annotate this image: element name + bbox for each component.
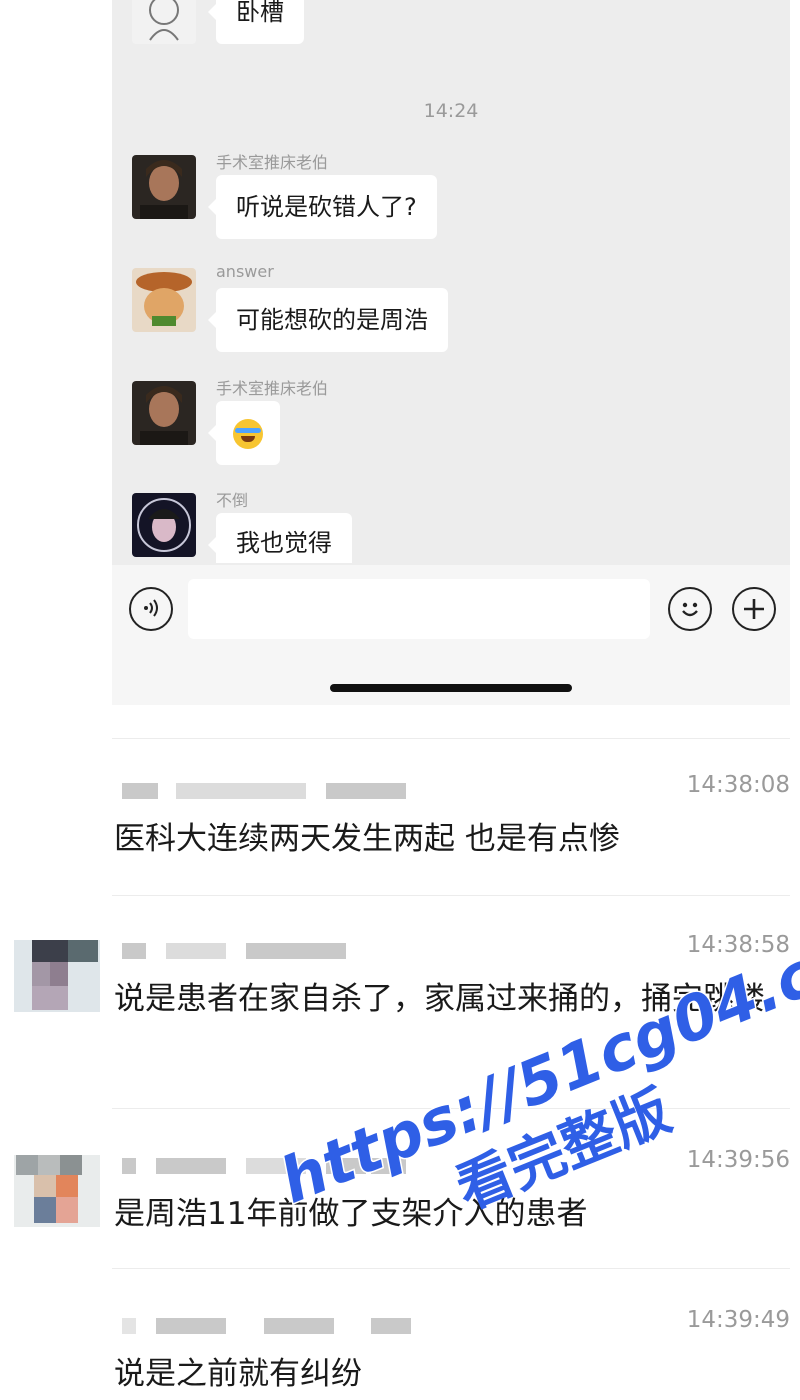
avatar <box>132 0 196 44</box>
blurred-username <box>116 1315 416 1337</box>
avatar <box>14 1155 100 1227</box>
message-bubble: 听说是砍错人了? <box>208 175 437 239</box>
sender-name: answer <box>216 262 274 281</box>
chat-screenshot: 卧槽 14:24 手术室推床老伯 听说是砍错人了? answer 可能想砍的是周… <box>112 0 790 705</box>
avatar <box>132 155 196 219</box>
chat-input-bar <box>112 565 790 705</box>
message-input[interactable] <box>188 579 650 639</box>
comment-time: 14:38:58 <box>686 932 790 958</box>
divider <box>112 1268 790 1269</box>
avatar <box>132 381 196 445</box>
comment-text: 是周浩11年前做了支架介入的患者 <box>114 1196 588 1232</box>
sender-name: 手术室推床老伯 <box>216 153 329 172</box>
comment-text: 医科大连续两天发生两起 也是有点惨 <box>114 821 620 857</box>
sender-name: 手术室推床老伯 <box>216 379 329 398</box>
divider <box>112 738 790 739</box>
voice-icon[interactable] <box>129 587 173 631</box>
avatar <box>14 940 100 1012</box>
message-bubble: 我也觉得 <box>208 513 352 563</box>
message-bubble: 卧槽 <box>208 0 304 44</box>
comment-time: 14:39:56 <box>686 1147 790 1173</box>
divider <box>112 895 790 896</box>
divider <box>112 1108 790 1109</box>
plus-icon[interactable] <box>732 587 776 631</box>
blurred-username <box>116 1155 416 1177</box>
message-bubble <box>208 401 280 465</box>
blurred-username <box>116 780 416 802</box>
blurred-username <box>116 940 416 962</box>
message-bubble: 可能想砍的是周浩 <box>208 288 448 352</box>
sender-name: 不倒 <box>216 491 249 510</box>
avatar <box>132 493 196 557</box>
emoji-icon[interactable] <box>668 587 712 631</box>
avatar <box>132 268 196 332</box>
comment-time: 14:38:08 <box>686 772 790 798</box>
comment-text: 说是之前就有纠纷 <box>114 1356 362 1392</box>
comment-time: 14:39:49 <box>686 1307 790 1333</box>
home-indicator <box>330 684 572 692</box>
time-separator: 14:24 <box>423 100 479 122</box>
laughing-crying-emoji-icon <box>233 419 263 449</box>
comment-text: 说是患者在家自杀了，家属过来捅的，捅完跳楼 <box>114 981 765 1017</box>
